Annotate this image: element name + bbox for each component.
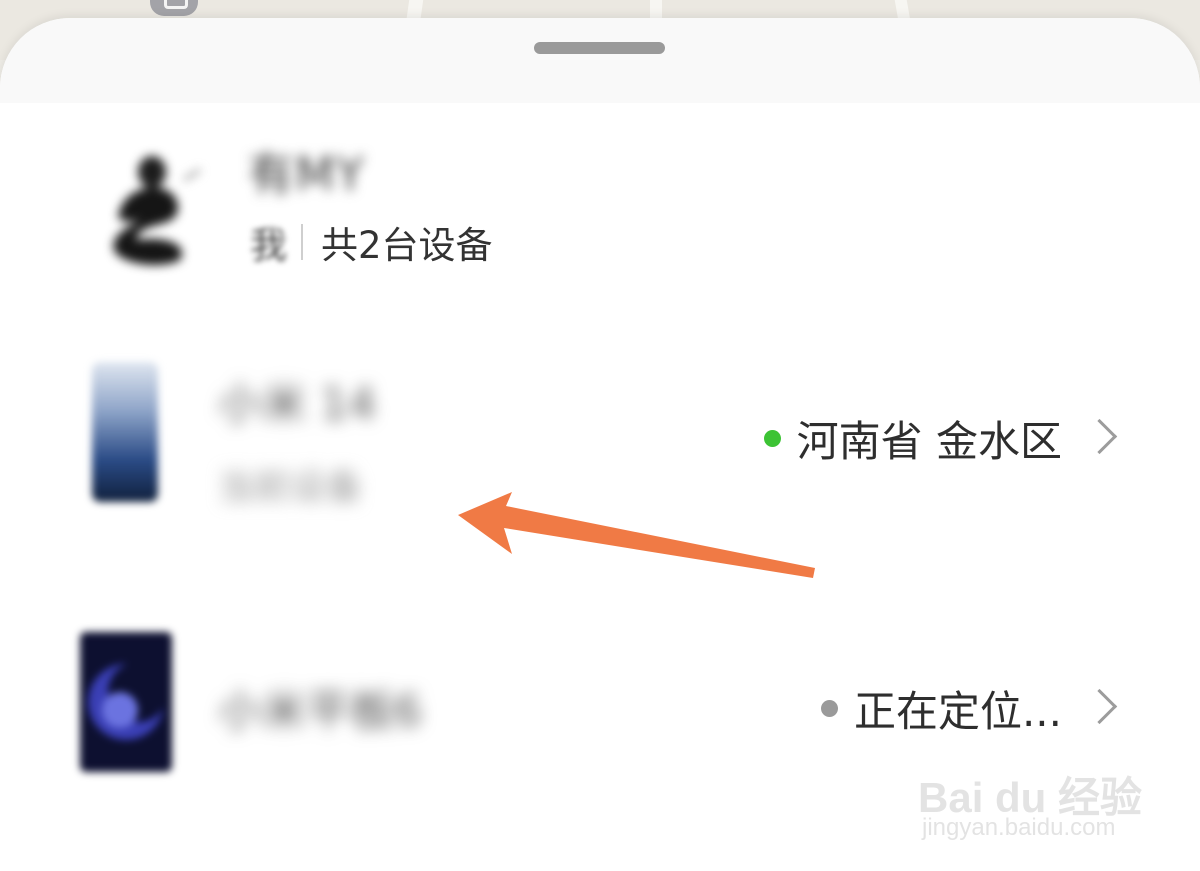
- locating-status-dot: [820, 700, 838, 717]
- phone-thumbnail: [92, 362, 158, 502]
- map-marker-icon[interactable]: [150, 0, 198, 16]
- chevron-right-icon: [1081, 688, 1118, 725]
- account-name: 有MY: [248, 147, 365, 201]
- device-name: 小米 14: [218, 379, 376, 430]
- online-status-dot: [763, 430, 781, 447]
- sheet-header: [0, 18, 1200, 103]
- account-role: 我: [250, 224, 287, 267]
- sheet-drag-handle[interactable]: [534, 42, 665, 54]
- chevron-right-icon: [1081, 418, 1118, 455]
- device-location-status: 河南省 金水区: [763, 408, 1062, 469]
- baidu-jingyan-watermark: Bai du 经验 jingyan.baidu.com: [918, 742, 1142, 852]
- subtitle-divider: [301, 224, 303, 260]
- annotation-arrow-icon: [458, 492, 815, 578]
- device-description: 当前设备: [218, 467, 363, 508]
- device-count-label: 共2台设备: [321, 224, 493, 267]
- device-name: 小米平板6: [218, 686, 422, 737]
- account-avatar[interactable]: [100, 140, 210, 270]
- watermark-url: jingyan.baidu.com: [922, 814, 1116, 841]
- account-subtitle: 我 共2台设备: [250, 216, 493, 268]
- device-location-status: 正在定位...: [820, 678, 1062, 739]
- device-location-label: 河南省 金水区: [796, 417, 1062, 466]
- tablet-thumbnail: [80, 632, 172, 772]
- device-location-label: 正在定位...: [853, 687, 1062, 736]
